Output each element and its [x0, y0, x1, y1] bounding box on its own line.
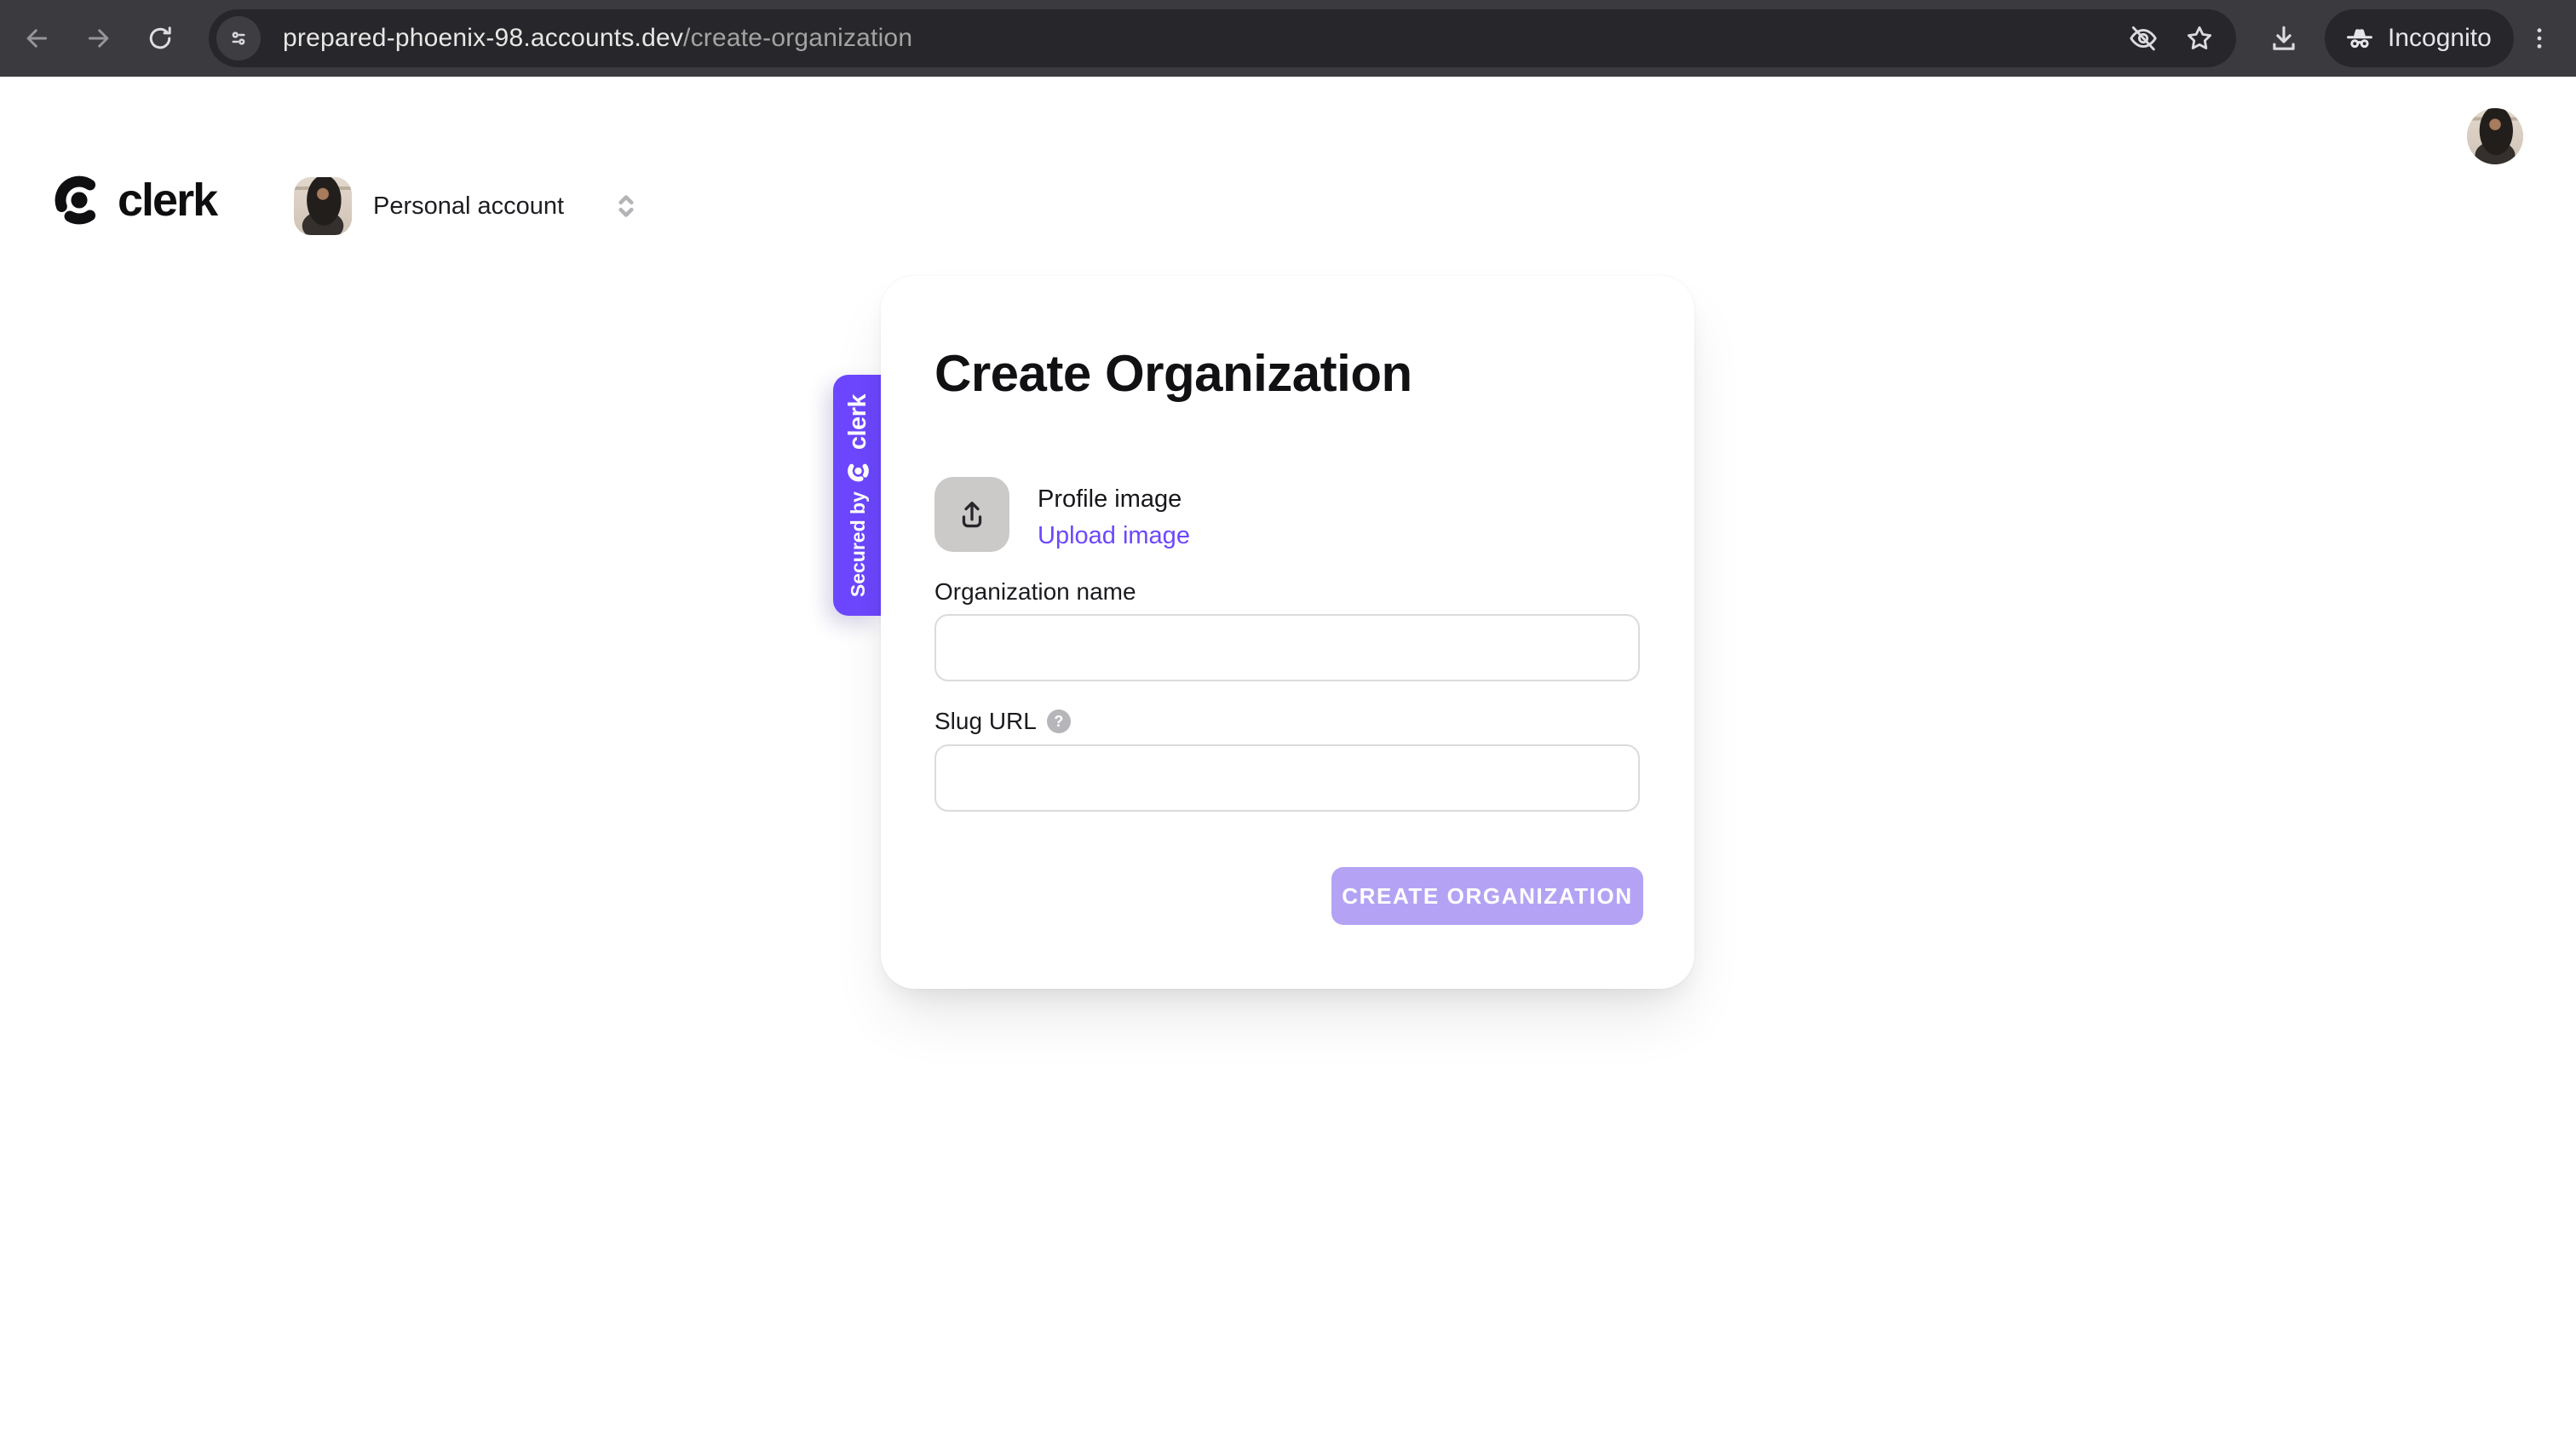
- password-hidden-button[interactable]: [2127, 22, 2159, 55]
- organization-name-label: Organization name: [934, 578, 1136, 606]
- organization-name-label-text: Organization name: [934, 578, 1136, 605]
- download-icon: [2273, 26, 2295, 50]
- reload-icon: [149, 26, 171, 49]
- secured-by-label: Secured by: [846, 491, 869, 597]
- upload-icon: [962, 501, 982, 528]
- clerk-logo-icon: [847, 462, 869, 481]
- browser-menu-button[interactable]: [2515, 12, 2564, 65]
- bookmark-star-button[interactable]: [2183, 22, 2216, 55]
- forward-button[interactable]: [72, 12, 125, 65]
- site-settings-button[interactable]: [216, 16, 261, 60]
- org-switcher-label: Personal account: [373, 192, 565, 220]
- secured-by-clerk-ribbon: Secured by clerk: [833, 375, 883, 616]
- url-actions: [2127, 22, 2216, 55]
- browser-toolbar: prepared-phoenix-98.accounts.dev/create-…: [0, 0, 2576, 77]
- user-avatar-photo: [294, 177, 352, 235]
- org-switcher[interactable]: Personal account: [294, 177, 644, 235]
- unfold-chevrons-icon: [618, 195, 634, 217]
- url-bar[interactable]: prepared-phoenix-98.accounts.dev/create-…: [209, 9, 2236, 67]
- back-icon: [26, 29, 48, 48]
- create-organization-button[interactable]: CREATE ORGANIZATION: [1331, 867, 1643, 925]
- downloads-button[interactable]: [2256, 11, 2312, 66]
- kebab-menu-icon: [2537, 28, 2542, 49]
- reload-button[interactable]: [134, 12, 187, 65]
- ribbon-content: Secured by clerk: [833, 375, 883, 616]
- page-body: clerk Personal account Secured by clerk …: [0, 77, 2576, 1453]
- upload-image-link[interactable]: Upload image: [1038, 522, 1190, 550]
- back-button[interactable]: [10, 12, 63, 65]
- user-avatar: [294, 177, 352, 235]
- help-icon[interactable]: ?: [1046, 709, 1071, 733]
- profile-image-upload-button[interactable]: [934, 477, 1009, 552]
- ribbon-brand-label: clerk: [843, 393, 871, 450]
- slug-url-label: Slug URL ?: [934, 708, 1071, 735]
- card-title: Create Organization: [934, 345, 1412, 402]
- url-domain: prepared-phoenix-98.accounts.dev: [283, 24, 684, 52]
- clerk-wordmark: clerk: [118, 175, 218, 226]
- profile-avatar[interactable]: [2467, 108, 2523, 164]
- clerk-logo-icon: [55, 175, 96, 225]
- star-icon: [2187, 26, 2212, 49]
- url-path: /create-organization: [683, 24, 913, 52]
- slug-url-label-text: Slug URL: [934, 708, 1037, 734]
- url-text: prepared-phoenix-98.accounts.dev/create-…: [283, 24, 912, 53]
- profile-image-label: Profile image: [1038, 485, 1182, 513]
- incognito-label: Incognito: [2388, 24, 2492, 52]
- clerk-logo: clerk: [53, 174, 218, 227]
- forward-icon: [88, 29, 109, 48]
- organization-name-input[interactable]: [934, 614, 1640, 681]
- create-organization-card: Create Organization Profile image Upload…: [881, 276, 1694, 989]
- screen: prepared-phoenix-98.accounts.dev/create-…: [0, 0, 2576, 1453]
- incognito-icon: [2347, 29, 2372, 49]
- slug-url-input[interactable]: [934, 744, 1640, 812]
- eye-off-icon: [2130, 26, 2157, 51]
- profile-avatar-photo: [2467, 108, 2523, 164]
- tune-icon: [232, 32, 245, 45]
- incognito-badge: Incognito: [2325, 9, 2514, 67]
